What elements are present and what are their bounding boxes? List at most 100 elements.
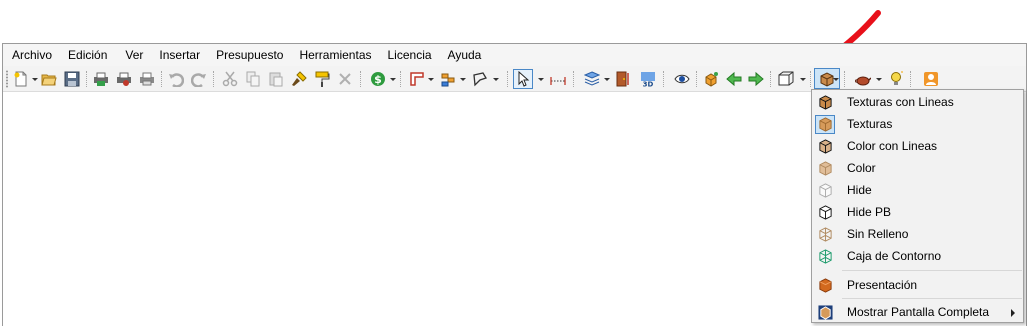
- textured-cube-icon: [815, 115, 835, 134]
- budget-icon[interactable]: $: [369, 70, 387, 88]
- layers-icon[interactable]: [583, 70, 601, 88]
- user-icon[interactable]: [922, 70, 940, 88]
- toolbar-separator: [810, 71, 812, 87]
- menu-herramientas[interactable]: Herramientas: [291, 44, 379, 66]
- menu-item-label: Sin Relleno: [847, 227, 909, 241]
- presentation-cube-icon: [816, 277, 834, 293]
- toolbar-separator: [161, 71, 163, 87]
- menu-item-label: Presentación: [847, 278, 918, 292]
- toolbar-separator: [770, 71, 772, 87]
- menu-ayuda[interactable]: Ayuda: [440, 44, 490, 66]
- menu-item-color-con-lineas[interactable]: Color con Lineas: [812, 135, 1023, 157]
- toolbar-separator: [360, 71, 362, 87]
- open-folder-icon[interactable]: [40, 70, 58, 88]
- box-move-icon[interactable]: [702, 70, 720, 88]
- menu-insertar[interactable]: Insertar: [151, 44, 208, 66]
- door-icon[interactable]: [614, 70, 632, 88]
- stairs-dropdown[interactable]: [460, 78, 466, 81]
- toolbar-grip[interactable]: [6, 70, 8, 88]
- menu-ver[interactable]: Ver: [115, 44, 151, 66]
- textured-lines-cube-icon: [816, 94, 834, 110]
- teapot-dropdown[interactable]: [876, 78, 882, 81]
- menu-item-label: Texturas con Lineas: [847, 95, 954, 109]
- new-document-icon[interactable]: [12, 70, 30, 88]
- render-mode-dropdown[interactable]: [833, 78, 839, 81]
- paste-icon[interactable]: [267, 70, 285, 88]
- redo-icon[interactable]: [190, 70, 208, 88]
- menu-item-label: Caja de Contorno: [847, 249, 942, 263]
- menu-separator: [842, 270, 1022, 271]
- menu-item-color[interactable]: Color: [812, 157, 1023, 179]
- view-3d-icon[interactable]: 3D: [639, 70, 657, 88]
- toolbar-separator: [400, 71, 402, 87]
- fullscreen-cube-icon: [816, 304, 834, 320]
- menu-bar: Archivo Edición Ver Insertar Presupuesto…: [3, 44, 1026, 66]
- budget-dropdown[interactable]: [390, 78, 396, 81]
- menu-item-label: Hide PB: [847, 205, 892, 219]
- menu-item-presentacion[interactable]: Presentación: [812, 274, 1023, 296]
- menu-separator: [842, 298, 1022, 299]
- menu-item-label: Texturas: [847, 117, 893, 131]
- menu-item-caja-de-contorno[interactable]: Caja de Contorno: [812, 245, 1023, 267]
- color-cube-icon: [816, 160, 834, 176]
- menu-item-label: Color: [847, 161, 876, 175]
- undo-icon[interactable]: [167, 70, 185, 88]
- stairs-icon[interactable]: [440, 70, 458, 88]
- menu-item-label: Color con Lineas: [847, 139, 938, 153]
- menu-item-label: Hide: [847, 183, 872, 197]
- menu-item-texturas-con-lineas[interactable]: Texturas con Lineas: [812, 91, 1023, 113]
- wall-icon[interactable]: [408, 70, 426, 88]
- delete-icon[interactable]: [336, 70, 354, 88]
- select-arrow-icon[interactable]: [513, 69, 533, 89]
- toolbar-separator: [663, 71, 665, 87]
- perspective-icon[interactable]: [777, 70, 795, 88]
- printer-icon[interactable]: [138, 70, 156, 88]
- arrow-right-icon[interactable]: [747, 70, 765, 88]
- polygon-icon[interactable]: [471, 70, 489, 88]
- select-dropdown[interactable]: [538, 78, 544, 81]
- arrow-left-icon[interactable]: [725, 70, 743, 88]
- submenu-arrow-icon: [1011, 309, 1015, 317]
- eye-icon[interactable]: [673, 70, 691, 88]
- view-3d-label: 3D: [643, 81, 654, 88]
- bounding-box-icon: [816, 248, 834, 264]
- toolbar-separator: [910, 71, 912, 87]
- format-brush-icon[interactable]: [290, 70, 308, 88]
- print-preview-icon[interactable]: [115, 70, 133, 88]
- menu-item-texturas[interactable]: Texturas: [812, 113, 1023, 135]
- render-mode-menu: Texturas con Lineas Texturas Color con L…: [811, 89, 1024, 323]
- light-icon[interactable]: [887, 70, 905, 88]
- wireframe-cube-icon: [816, 226, 834, 242]
- layers-dropdown[interactable]: [604, 78, 610, 81]
- toolbar-separator: [507, 71, 509, 87]
- new-document-dropdown[interactable]: [32, 78, 38, 81]
- polygon-dropdown[interactable]: [493, 78, 499, 81]
- toolbar-separator: [844, 71, 846, 87]
- menu-item-hide[interactable]: Hide: [812, 179, 1023, 201]
- toolbar-separator: [213, 71, 215, 87]
- hide-pb-cube-icon: [816, 204, 834, 220]
- wall-dropdown[interactable]: [428, 78, 434, 81]
- menu-item-sin-relleno[interactable]: Sin Relleno: [812, 223, 1023, 245]
- toolbar-separator: [86, 71, 88, 87]
- perspective-dropdown[interactable]: [800, 78, 806, 81]
- measure-icon[interactable]: [549, 70, 567, 88]
- menu-item-hide-pb[interactable]: Hide PB: [812, 201, 1023, 223]
- svg-text:$: $: [374, 73, 382, 86]
- menu-archivo[interactable]: Archivo: [3, 44, 60, 66]
- save-icon[interactable]: [63, 70, 81, 88]
- menu-item-mostrar-pantalla-completa[interactable]: Mostrar Pantalla Completa: [812, 301, 1023, 323]
- cut-icon[interactable]: [221, 70, 239, 88]
- print-icon[interactable]: [92, 70, 110, 88]
- menu-licencia[interactable]: Licencia: [380, 44, 440, 66]
- hide-cube-icon: [816, 182, 834, 198]
- toolbar-separator: [573, 71, 575, 87]
- color-lines-cube-icon: [816, 138, 834, 154]
- menu-item-label: Mostrar Pantalla Completa: [847, 305, 990, 319]
- menu-edicion[interactable]: Edición: [60, 44, 115, 66]
- menu-presupuesto[interactable]: Presupuesto: [208, 44, 291, 66]
- teapot-icon[interactable]: [854, 70, 872, 88]
- copy-icon[interactable]: [244, 70, 262, 88]
- toolbar-separator: [696, 71, 698, 87]
- paint-roller-icon[interactable]: [313, 70, 331, 88]
